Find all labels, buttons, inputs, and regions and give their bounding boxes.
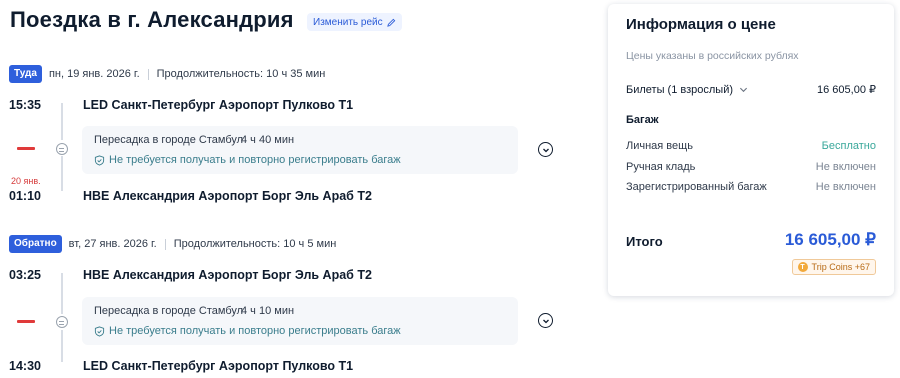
route-line [61, 103, 63, 140]
price-card-subtitle: Цены указаны в российских рублях [626, 50, 799, 62]
return-departure-airport: HBE Александрия Аэропорт Борг Эль Араб T… [83, 268, 372, 282]
checked-baggage-label: Зарегистрированный багаж [626, 181, 767, 193]
outbound-departure-time: 15:35 [9, 98, 41, 112]
return-duration: Продолжительность: 10 ч 5 мин [173, 238, 337, 250]
chevron-down-icon [542, 148, 549, 152]
tickets-label: Билеты (1 взрослый) [626, 83, 734, 96]
baggage-note: Не требуется получать и повторно регистр… [94, 325, 401, 337]
coin-icon: T [797, 262, 808, 272]
change-flight-button[interactable]: Изменить рейс [307, 13, 402, 31]
outbound-duration: Продолжительность: 10 ч 35 мин [156, 68, 326, 80]
arrival-next-day: 20 янв. [11, 176, 41, 186]
transfer-duration: 4 ч 40 мин [241, 134, 295, 146]
expand-outbound-button[interactable] [538, 142, 553, 157]
carry-on-value: Не включен [815, 161, 876, 173]
transfer-stop-icon [56, 143, 68, 155]
outbound-header: Туда пн, 19 янв. 2026 г. Продолжительнос… [9, 65, 325, 83]
shield-icon [94, 325, 105, 337]
transfer-stop-icon [56, 316, 68, 328]
outbound-arrival-airport: HBE Александрия Аэропорт Борг Эль Араб T… [83, 189, 372, 203]
carry-on-label: Ручная кладь [626, 161, 696, 173]
shield-icon [94, 154, 105, 166]
total-value: 16 605,00 ₽ [784, 230, 876, 249]
expand-return-button[interactable] [538, 313, 553, 328]
pencil-icon [386, 18, 395, 27]
transfer-city: Пересадка в городе Стамбул [94, 305, 244, 317]
personal-item-value: Бесплатно [821, 140, 876, 152]
return-badge: Обратно [9, 235, 62, 253]
personal-item-label: Личная вещь [626, 140, 693, 152]
total-label: Итого [626, 234, 663, 249]
outbound-date: пн, 19 янв. 2026 г. [48, 68, 140, 80]
return-header: Обратно вт, 27 янв. 2026 г. Продолжитель… [9, 235, 336, 253]
personal-item-row: Личная вещь Бесплатно [626, 140, 876, 152]
page-title: Поездка в г. Александрия [10, 7, 294, 32]
tickets-row[interactable]: Билеты (1 взрослый) 16 605,00 ₽ [626, 83, 876, 97]
airline-logo [17, 320, 35, 323]
outbound-arrival-time: 01:10 [9, 189, 41, 203]
baggage-note: Не требуется получать и повторно регистр… [94, 154, 401, 166]
return-arrival-time: 14:30 [9, 359, 41, 373]
carry-on-row: Ручная кладь Не включен [626, 161, 876, 173]
airline-logo [17, 147, 35, 150]
checked-baggage-row: Зарегистрированный багаж Не включен [626, 181, 876, 193]
price-card-title: Информация о цене [626, 16, 776, 33]
return-date: вт, 27 янв. 2026 г. [68, 238, 157, 250]
route-line [61, 156, 63, 191]
outbound-badge: Туда [9, 65, 42, 83]
route-line [61, 273, 63, 314]
baggage-note-text: Не требуется получать и повторно регистр… [109, 154, 401, 166]
transfer-duration: 4 ч 10 мин [241, 305, 295, 317]
route-line [61, 330, 63, 362]
divider [147, 68, 149, 80]
chevron-down-icon [542, 319, 549, 323]
baggage-note-text: Не требуется получать и повторно регистр… [109, 325, 401, 337]
chevron-down-icon [739, 87, 748, 93]
outbound-departure-airport: LED Санкт-Петербург Аэропорт Пулково T1 [83, 98, 354, 112]
change-flight-label: Изменить рейс [313, 16, 383, 28]
trip-coins-badge: T Trip Coins +67 [791, 259, 876, 275]
trip-coins-text: Trip Coins +67 [811, 262, 870, 272]
baggage-header: Багаж [626, 114, 659, 126]
divider [164, 238, 166, 250]
return-transfer: Пересадка в городе Стамбул 4 ч 10 мин Не… [82, 297, 518, 345]
return-departure-time: 03:25 [9, 268, 41, 282]
tickets-value: 16 605,00 ₽ [817, 84, 876, 96]
price-info-card: Информация о цене Цены указаны в российс… [608, 4, 894, 296]
return-arrival-airport: LED Санкт-Петербург Аэропорт Пулково T1 [83, 359, 354, 373]
checked-baggage-value: Не включен [815, 181, 876, 193]
outbound-transfer: Пересадка в городе Стамбул 4 ч 40 мин Не… [82, 126, 518, 174]
transfer-city: Пересадка в городе Стамбул [94, 134, 244, 146]
